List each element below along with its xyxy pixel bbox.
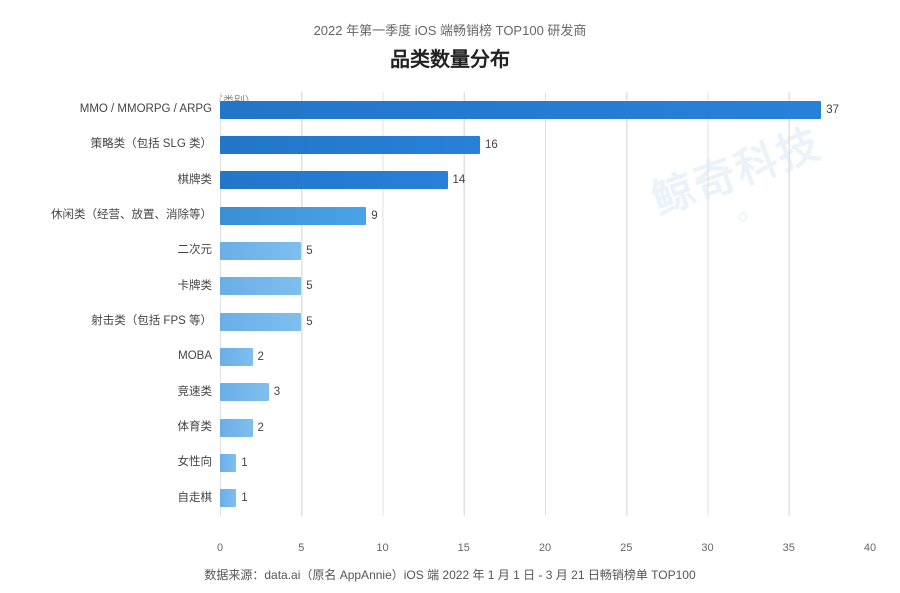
bar [220, 171, 448, 189]
bar-value-label: 2 [258, 422, 264, 434]
bar-value-label: 16 [485, 139, 498, 151]
x-tick: 30 [701, 542, 713, 554]
bar-value-label: 2 [258, 351, 264, 363]
bar-value-label: 1 [241, 492, 247, 504]
bar-value-label: 14 [453, 174, 466, 186]
y-label: 休闲类（经营、放置、消除等） [51, 210, 212, 222]
bar-row: 1 [220, 449, 870, 477]
bar [220, 454, 236, 472]
bar-value-label: 37 [826, 104, 839, 116]
bar [220, 136, 480, 154]
bar-value-label: 5 [306, 245, 312, 257]
bar-row: 14 [220, 166, 870, 194]
y-label: MOBA [178, 351, 212, 363]
x-tick: 0 [217, 542, 223, 554]
bar-value-label: 3 [274, 386, 280, 398]
chart-area: 鲸奇科技 。 （类别） 自走棋女性向体育类竞速类MOBA射击类（包括 FPS 等… [30, 88, 870, 560]
subtitle: 2022 年第一季度 iOS 端畅销榜 TOP100 研发商 [314, 20, 587, 39]
bar-row: 37 [220, 96, 870, 124]
bar [220, 207, 366, 225]
bar-row: 5 [220, 237, 870, 265]
footer-text: 数据来源：data.ai（原名 AppAnnie）iOS 端 2022 年 1 … [30, 566, 870, 583]
x-tick: 5 [298, 542, 304, 554]
bar-value-label: 1 [241, 457, 247, 469]
y-label: 策略类（包括 SLG 类） [91, 139, 212, 151]
title: 品类数量分布 [390, 43, 510, 72]
x-tick: 35 [783, 542, 795, 554]
bar-row: 16 [220, 131, 870, 159]
y-label: MMO / MMORPG / ARPG [80, 104, 212, 116]
y-label: 女性向 [178, 457, 213, 469]
x-axis: 0510152025303540 [220, 538, 870, 560]
bar [220, 419, 253, 437]
bar [220, 489, 236, 507]
bar-row: 5 [220, 308, 870, 336]
bars-area: 1 1 2 3 2 5 5 5 9 14 16 37 [220, 88, 870, 538]
x-tick: 15 [458, 542, 470, 554]
bar-value-label: 5 [306, 316, 312, 328]
x-tick: 25 [620, 542, 632, 554]
bar-row: 9 [220, 202, 870, 230]
y-label: 体育类 [178, 422, 213, 434]
y-label: 二次元 [178, 245, 213, 257]
y-label: 射击类（包括 FPS 等） [91, 316, 212, 328]
y-labels: 自走棋 女性向 体育类 竞速类 MOBA 射击类（包括 FPS 等） 卡牌类 二次元 休闲类（经… [30, 88, 220, 538]
bar [220, 348, 253, 366]
bar-row: 2 [220, 343, 870, 371]
bar [220, 383, 269, 401]
x-tick: 40 [864, 542, 876, 554]
bar-row: 1 [220, 484, 870, 512]
bar-value-label: 5 [306, 280, 312, 292]
bar-row: 2 [220, 414, 870, 442]
bar [220, 242, 301, 260]
bar [220, 313, 301, 331]
bar-row: 3 [220, 378, 870, 406]
bar-value-label: 9 [371, 210, 377, 222]
x-tick: 10 [376, 542, 388, 554]
y-label: 竞速类 [178, 387, 213, 399]
x-tick: 20 [539, 542, 551, 554]
y-label: 自走棋 [178, 493, 213, 505]
y-label: 棋牌类 [178, 175, 213, 187]
y-label: 卡牌类 [178, 281, 213, 293]
bar [220, 101, 821, 119]
bar-row: 5 [220, 272, 870, 300]
bar [220, 277, 301, 295]
